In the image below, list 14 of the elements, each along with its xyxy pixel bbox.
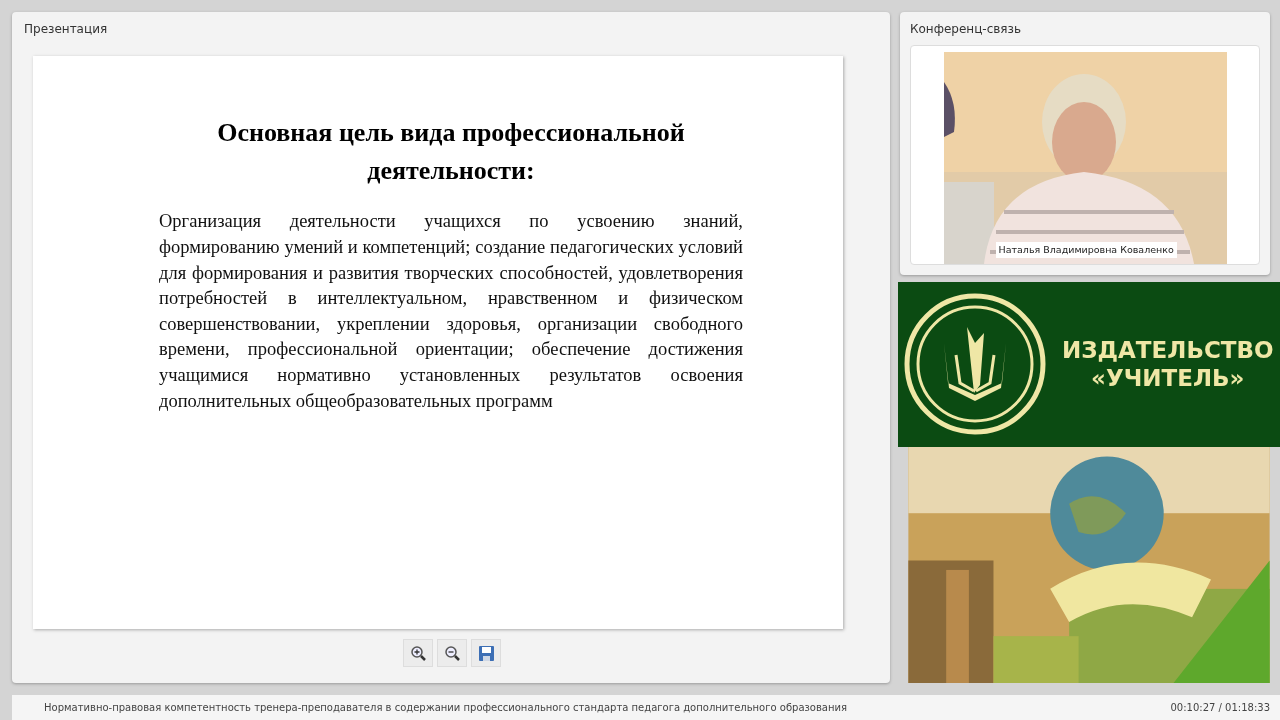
publisher-logo-icon <box>904 293 1046 436</box>
panel-title: Презентация <box>24 21 109 38</box>
slide-heading: Основная цель вида профессиональной деятельности: <box>216 117 686 187</box>
zoom-out-button[interactable] <box>437 639 467 667</box>
course-title: Нормативно-правовая компетентность тренера-преподавателя в содержании профессионального стандарта педагога дополнительного образования <box>44 701 848 715</box>
panel-title: Конференц-связь <box>910 21 1023 38</box>
zoom-in-icon <box>409 644 427 662</box>
zoom-in-button[interactable] <box>403 639 433 667</box>
save-button[interactable] <box>471 639 501 667</box>
zoom-out-icon <box>443 644 461 662</box>
slide-text: Организация деятельности учащихся по усвоению знаний, формированию умений и компетенций; создание педагогических условий для формирования и развития творческих способностей, удовлетворения потребностей в интеллектуальном, нравственном и физическом совершенствовании, укреплении здоровья, организации свободного времени, профессиональной ориентации; обеспечение достижения учащимися нормативно установленных результатов освоения дополнительных общеобразовательных программ <box>159 210 743 413</box>
save-icon <box>477 644 495 662</box>
playback-time: 00:10:27 / 01:18:33 <box>1170 701 1270 715</box>
publisher-name: ИЗДАТЕЛЬСТВО «УЧИТЕЛЬ» <box>1062 335 1274 394</box>
